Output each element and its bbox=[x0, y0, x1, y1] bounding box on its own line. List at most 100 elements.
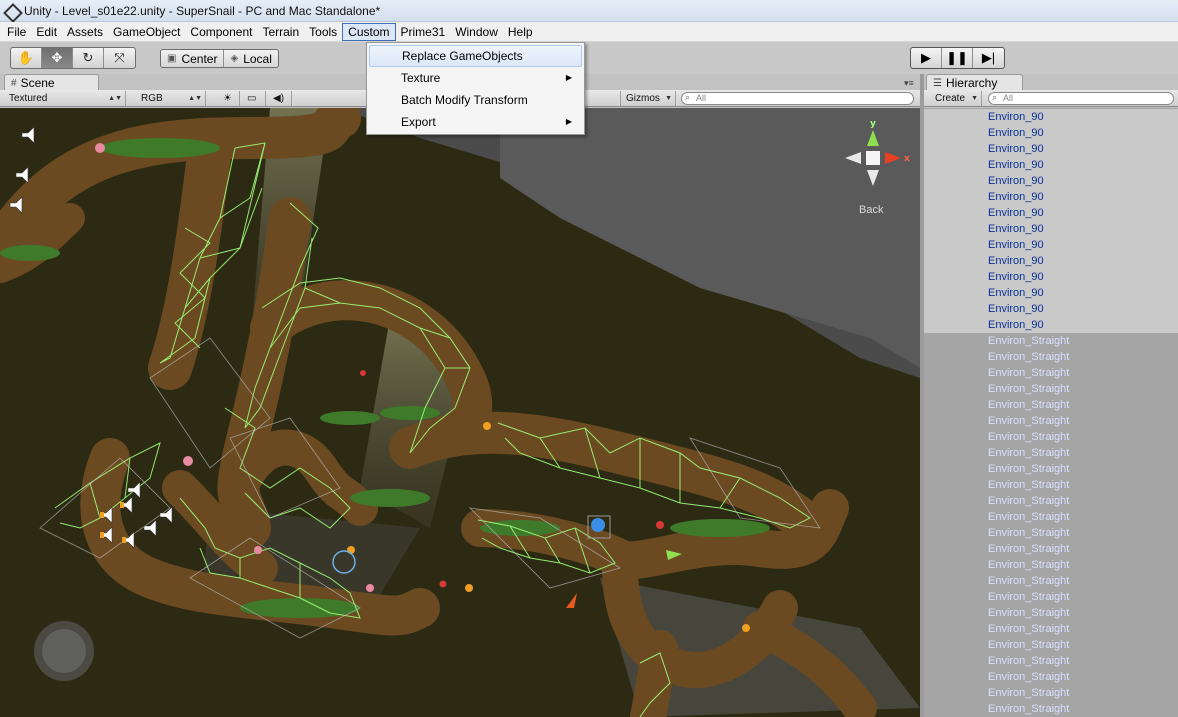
move-icon[interactable]: ✥ bbox=[42, 48, 73, 68]
hierarchy-item[interactable]: Environ_90 bbox=[924, 109, 1178, 125]
play-controls: ▶ ❚❚ ▶| bbox=[910, 47, 1005, 69]
hierarchy-item[interactable]: Environ_Straight bbox=[924, 365, 1178, 381]
pivot-local-button[interactable]: ◈ Local bbox=[224, 50, 277, 67]
hierarchy-search-input[interactable]: ⌕ All bbox=[988, 92, 1174, 105]
hierarchy-item[interactable]: Environ_90 bbox=[924, 205, 1178, 221]
hierarchy-item[interactable]: Environ_Straight bbox=[924, 333, 1178, 349]
menu-custom[interactable]: Custom bbox=[342, 22, 396, 41]
scene-viewport[interactable]: y x bbox=[0, 108, 920, 717]
menu-file[interactable]: File bbox=[2, 23, 31, 41]
tab-scene[interactable]: # Scene bbox=[4, 74, 99, 91]
play-icon[interactable]: ▶ bbox=[911, 48, 942, 68]
hierarchy-item[interactable]: Environ_90 bbox=[924, 157, 1178, 173]
hierarchy-item[interactable]: Environ_Straight bbox=[924, 509, 1178, 525]
rotate-icon[interactable]: ↻ bbox=[73, 48, 104, 68]
axis-y-label: y bbox=[870, 119, 876, 129]
hierarchy-item[interactable]: Environ_Straight bbox=[924, 445, 1178, 461]
menu-gameobject[interactable]: GameObject bbox=[108, 23, 185, 41]
hierarchy-item[interactable]: Environ_Straight bbox=[924, 429, 1178, 445]
gizmos-dropdown[interactable]: Gizmos ▼ bbox=[620, 91, 676, 106]
render-mode-label: Textured bbox=[9, 93, 48, 104]
hierarchy-item[interactable]: Environ_Straight bbox=[924, 621, 1178, 637]
hierarchy-item[interactable]: Environ_90 bbox=[924, 237, 1178, 253]
hierarchy-item[interactable]: Environ_Straight bbox=[924, 637, 1178, 653]
hand-icon[interactable]: ✋ bbox=[11, 48, 42, 68]
pivot-local-label: Local bbox=[243, 51, 272, 66]
sun-icon: ☀ bbox=[223, 93, 232, 104]
hierarchy-item[interactable]: Environ_Straight bbox=[924, 477, 1178, 493]
menu-item-batch-modify-transform[interactable]: Batch Modify Transform bbox=[369, 89, 582, 111]
hierarchy-item[interactable]: Environ_90 bbox=[924, 125, 1178, 141]
hierarchy-item[interactable]: Environ_90 bbox=[924, 189, 1178, 205]
hierarchy-item[interactable]: Environ_90 bbox=[924, 285, 1178, 301]
render-mode-dropdown[interactable]: Textured ▲▼ bbox=[4, 91, 126, 106]
hierarchy-item[interactable]: Environ_Straight bbox=[924, 557, 1178, 573]
search-icon: ⌕ bbox=[992, 92, 998, 102]
menu-prime31[interactable]: Prime31 bbox=[396, 23, 451, 41]
step-icon[interactable]: ▶| bbox=[973, 48, 1004, 68]
hierarchy-item[interactable]: Environ_Straight bbox=[924, 669, 1178, 685]
menu-help[interactable]: Help bbox=[503, 23, 538, 41]
scale-icon[interactable]: ⤧ bbox=[104, 48, 135, 68]
menu-terrain[interactable]: Terrain bbox=[257, 23, 304, 41]
view-orientation-label: Back bbox=[859, 204, 884, 216]
hierarchy-item[interactable]: Environ_Straight bbox=[924, 397, 1178, 413]
audio-toggle[interactable]: ◀) bbox=[268, 91, 292, 106]
menu-item-export[interactable]: Export ▶ bbox=[369, 111, 582, 133]
menu-item-label: Texture bbox=[401, 71, 441, 85]
cube-icon: ◈ bbox=[230, 53, 239, 64]
pivot-toggles: ▣ Center ◈ Local bbox=[160, 49, 279, 68]
hierarchy-item[interactable]: Environ_Straight bbox=[924, 349, 1178, 365]
hierarchy-item[interactable]: Environ_90 bbox=[924, 141, 1178, 157]
hierarchy-item[interactable]: Environ_Straight bbox=[924, 685, 1178, 701]
hierarchy-item[interactable]: Environ_Straight bbox=[924, 589, 1178, 605]
image-toggle[interactable]: ▭ bbox=[242, 91, 266, 106]
hierarchy-item[interactable]: Environ_Straight bbox=[924, 461, 1178, 477]
hierarchy-item[interactable]: Environ_Straight bbox=[924, 605, 1178, 621]
gizmos-label: Gizmos bbox=[626, 93, 660, 104]
scene-search-placeholder: All bbox=[696, 93, 707, 103]
axis-x-label: x bbox=[904, 154, 910, 164]
menu-tools[interactable]: Tools bbox=[304, 23, 342, 41]
transform-tools: ✋ ✥ ↻ ⤧ bbox=[10, 47, 136, 69]
pause-icon[interactable]: ❚❚ bbox=[942, 48, 973, 68]
hierarchy-item[interactable]: Environ_90 bbox=[924, 301, 1178, 317]
lighting-toggle[interactable]: ☀ bbox=[218, 91, 240, 106]
hierarchy-toolbar: Create ▼ ⌕ All bbox=[924, 90, 1178, 107]
menu-item-label: Export bbox=[401, 115, 436, 129]
hierarchy-item[interactable]: Environ_Straight bbox=[924, 381, 1178, 397]
menu-bar: File Edit Assets GameObject Component Te… bbox=[0, 22, 1178, 42]
hierarchy-item[interactable]: Environ_90 bbox=[924, 317, 1178, 333]
hierarchy-item[interactable]: Environ_Straight bbox=[924, 573, 1178, 589]
center-icon: ▣ bbox=[167, 53, 177, 64]
list-icon: ☰ bbox=[933, 77, 942, 89]
tab-hierarchy[interactable]: ☰ Hierarchy bbox=[926, 74, 1023, 91]
menu-item-texture[interactable]: Texture ▶ bbox=[369, 67, 582, 89]
color-mode-dropdown[interactable]: RGB ▲▼ bbox=[136, 91, 206, 106]
hierarchy-item[interactable]: Environ_90 bbox=[924, 221, 1178, 237]
menu-window[interactable]: Window bbox=[450, 23, 503, 41]
dropdown-arrow-icon: ▲▼ bbox=[188, 95, 202, 102]
tab-hierarchy-label: Hierarchy bbox=[945, 76, 998, 90]
hierarchy-item[interactable]: Environ_Straight bbox=[924, 541, 1178, 557]
hierarchy-item[interactable]: Environ_90 bbox=[924, 269, 1178, 285]
color-mode-label: RGB bbox=[141, 93, 163, 104]
panel-options-icon[interactable]: ▾≡ bbox=[904, 78, 914, 89]
menu-assets[interactable]: Assets bbox=[62, 23, 108, 41]
scene-search-input[interactable]: ⌕ All bbox=[681, 92, 914, 105]
hierarchy-item[interactable]: Environ_Straight bbox=[924, 701, 1178, 717]
submenu-arrow-icon: ▶ bbox=[565, 117, 572, 126]
custom-menu-dropdown: Replace GameObjects Texture ▶ Batch Modi… bbox=[366, 42, 585, 135]
pivot-center-label: Center bbox=[181, 51, 218, 66]
hierarchy-item[interactable]: Environ_90 bbox=[924, 173, 1178, 189]
hierarchy-item[interactable]: Environ_Straight bbox=[924, 413, 1178, 429]
menu-edit[interactable]: Edit bbox=[31, 23, 62, 41]
hierarchy-item[interactable]: Environ_Straight bbox=[924, 653, 1178, 669]
hierarchy-item[interactable]: Environ_Straight bbox=[924, 525, 1178, 541]
menu-item-replace-gameobjects[interactable]: Replace GameObjects bbox=[369, 45, 582, 67]
hierarchy-item[interactable]: Environ_90 bbox=[924, 253, 1178, 269]
menu-component[interactable]: Component bbox=[185, 23, 257, 41]
pivot-center-button[interactable]: ▣ Center bbox=[161, 50, 225, 67]
hierarchy-item[interactable]: Environ_Straight bbox=[924, 493, 1178, 509]
create-dropdown[interactable]: Create ▼ bbox=[930, 91, 982, 106]
